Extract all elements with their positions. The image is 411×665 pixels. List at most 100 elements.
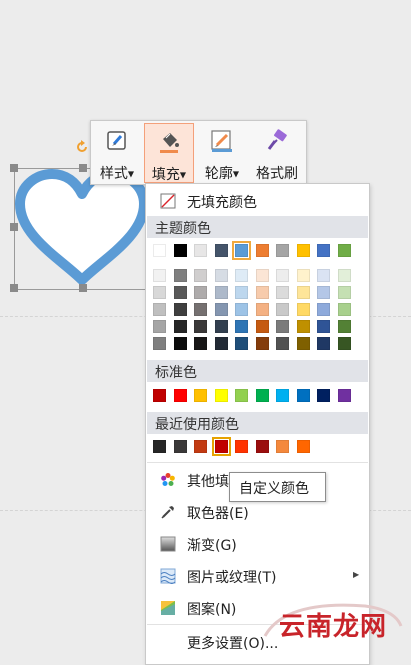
theme-shade-swatch[interactable]	[317, 303, 330, 316]
theme-shade-swatch[interactable]	[317, 320, 330, 333]
standard-color-swatch[interactable]	[337, 389, 351, 402]
resize-handle-left[interactable]	[10, 223, 18, 231]
theme-shade-swatch[interactable]	[153, 286, 166, 299]
recent-color-swatch[interactable]	[255, 440, 269, 453]
rotate-handle-icon[interactable]	[75, 140, 89, 154]
theme-shade-swatch[interactable]	[255, 286, 269, 299]
recent-color-swatch[interactable]	[194, 440, 207, 453]
theme-shade-swatch[interactable]	[173, 303, 187, 316]
fill-button[interactable]: 填充▼	[144, 123, 194, 183]
theme-shade-swatch[interactable]	[173, 286, 187, 299]
recent-color-swatch[interactable]	[296, 440, 310, 453]
site-watermark-logo: 云南龙网	[255, 596, 405, 648]
theme-shade-swatch[interactable]	[194, 337, 207, 350]
theme-shade-swatch[interactable]	[194, 269, 207, 282]
theme-shade-swatch[interactable]	[153, 269, 166, 282]
standard-color-swatch[interactable]	[173, 389, 187, 402]
recent-color-swatch[interactable]	[276, 440, 289, 453]
more-fill-colors-label: 其他填	[187, 474, 229, 490]
theme-shade-swatch[interactable]	[153, 320, 166, 333]
theme-shade-swatch[interactable]	[194, 320, 207, 333]
theme-shade-swatch[interactable]	[296, 337, 310, 350]
theme-shade-swatch[interactable]	[235, 320, 248, 333]
theme-shade-swatch[interactable]	[296, 320, 310, 333]
recent-color-swatch[interactable]	[235, 440, 248, 453]
theme-shade-swatch[interactable]	[255, 337, 269, 350]
standard-color-swatch[interactable]	[255, 389, 269, 402]
theme-shade-swatch[interactable]	[337, 269, 351, 282]
theme-shade-swatch[interactable]	[214, 303, 228, 316]
theme-color-swatch[interactable]	[173, 244, 187, 257]
theme-shade-swatch[interactable]	[214, 269, 228, 282]
theme-shade-swatch[interactable]	[194, 303, 207, 316]
theme-shade-swatch[interactable]	[276, 303, 289, 316]
theme-shade-swatch[interactable]	[153, 303, 166, 316]
standard-color-swatch[interactable]	[317, 389, 330, 402]
resize-handle-bottom[interactable]	[79, 284, 87, 292]
theme-shade-swatch[interactable]	[337, 320, 351, 333]
theme-shade-swatch[interactable]	[235, 303, 248, 316]
pencil-outline-icon	[211, 130, 232, 152]
gradient-item[interactable]: 渐变(G)	[146, 529, 369, 559]
theme-shade-swatch[interactable]	[173, 337, 187, 350]
theme-shade-swatch[interactable]	[276, 337, 289, 350]
standard-color-swatch[interactable]	[235, 389, 248, 402]
theme-color-swatch[interactable]	[153, 244, 166, 257]
standard-color-swatch[interactable]	[194, 389, 207, 402]
theme-shade-swatch[interactable]	[214, 337, 228, 350]
recent-color-swatch[interactable]	[211, 437, 231, 456]
theme-shade-swatch[interactable]	[214, 320, 228, 333]
heart-shape[interactable]	[14, 168, 151, 288]
paint-bucket-icon	[160, 133, 179, 153]
theme-shade-swatch[interactable]	[337, 286, 351, 299]
theme-shade-swatch[interactable]	[173, 320, 187, 333]
resize-handle-top[interactable]	[79, 164, 87, 172]
theme-shade-swatch[interactable]	[214, 286, 228, 299]
theme-color-swatch[interactable]	[214, 244, 228, 257]
theme-shade-swatch[interactable]	[235, 269, 248, 282]
standard-color-swatch[interactable]	[214, 389, 228, 402]
theme-shade-swatch[interactable]	[255, 269, 269, 282]
standard-color-swatch[interactable]	[153, 389, 166, 402]
standard-color-swatch[interactable]	[296, 389, 310, 402]
format-painter-button[interactable]: 格式刷	[250, 123, 304, 182]
resize-handle-top-left[interactable]	[10, 164, 18, 172]
theme-shade-swatch[interactable]	[276, 286, 289, 299]
theme-color-swatch[interactable]	[194, 244, 207, 257]
theme-shade-swatch[interactable]	[255, 303, 269, 316]
theme-shade-swatch[interactable]	[337, 303, 351, 316]
custom-color-tooltip: 自定义颜色	[229, 472, 326, 502]
recent-colors-header: 最近使用颜色	[147, 412, 368, 434]
theme-color-swatch[interactable]	[317, 244, 330, 257]
theme-color-swatch[interactable]	[232, 241, 251, 260]
standard-color-swatch[interactable]	[276, 389, 289, 402]
theme-shade-swatch[interactable]	[296, 269, 310, 282]
theme-color-swatch[interactable]	[276, 244, 289, 257]
recent-color-swatch[interactable]	[153, 440, 166, 453]
theme-shade-swatch[interactable]	[153, 337, 166, 350]
style-brush-icon	[107, 131, 126, 150]
theme-shade-swatch[interactable]	[173, 269, 187, 282]
theme-color-swatch[interactable]	[337, 244, 351, 257]
theme-shade-swatch[interactable]	[296, 286, 310, 299]
theme-color-swatch[interactable]	[296, 244, 310, 257]
no-fill-item[interactable]: 无填充颜色	[146, 186, 369, 216]
theme-shade-swatch[interactable]	[235, 286, 248, 299]
theme-shade-swatch[interactable]	[317, 286, 330, 299]
picture-texture-item[interactable]: 图片或纹理(T) ▶	[146, 561, 369, 591]
style-button[interactable]: 样式▼	[93, 123, 141, 182]
resize-handle-bottom-left[interactable]	[10, 284, 18, 292]
theme-shade-swatch[interactable]	[296, 303, 310, 316]
theme-shade-swatch[interactable]	[337, 337, 351, 350]
recent-color-swatch[interactable]	[173, 440, 187, 453]
standard-colors-header: 标准色	[147, 360, 368, 382]
theme-shade-swatch[interactable]	[255, 320, 269, 333]
theme-shade-swatch[interactable]	[194, 286, 207, 299]
theme-color-swatch[interactable]	[255, 244, 269, 257]
theme-shade-swatch[interactable]	[317, 337, 330, 350]
outline-button[interactable]: 轮廓▼	[197, 123, 247, 182]
theme-shade-swatch[interactable]	[276, 269, 289, 282]
theme-shade-swatch[interactable]	[235, 337, 248, 350]
theme-shade-swatch[interactable]	[276, 320, 289, 333]
theme-shade-swatch[interactable]	[317, 269, 330, 282]
